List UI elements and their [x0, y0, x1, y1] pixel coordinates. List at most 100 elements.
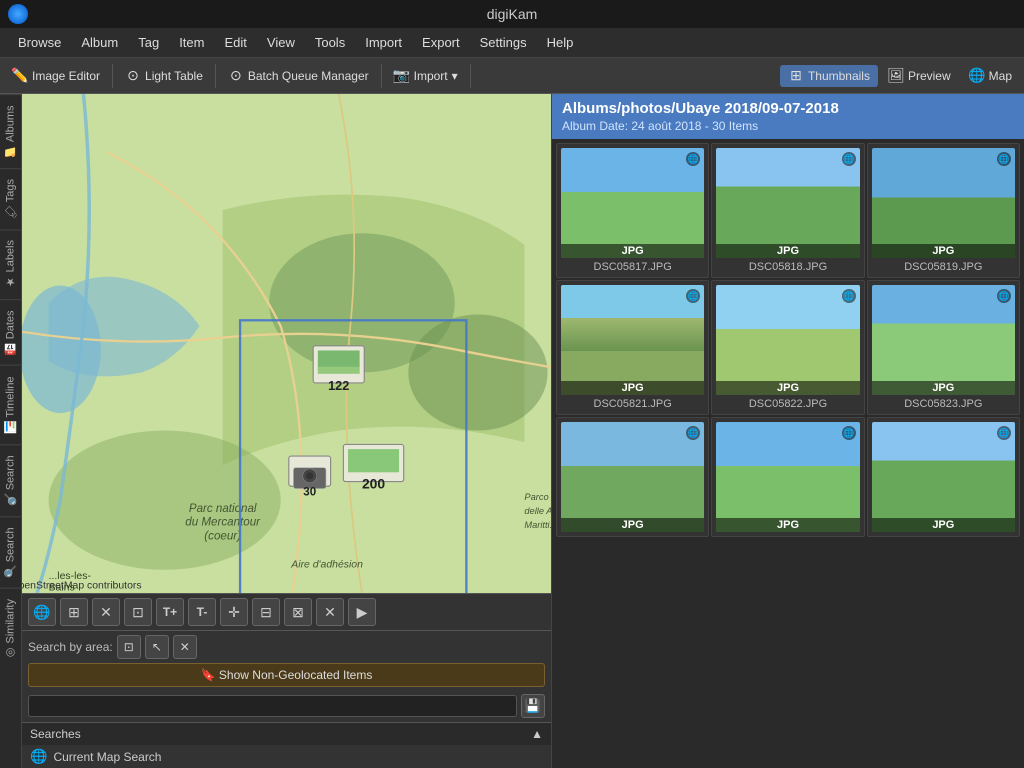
thumbnail-item[interactable]: 🌐JPG: [711, 417, 864, 537]
menu-help[interactable]: Help: [537, 33, 584, 52]
map-cross-button[interactable]: ✕: [92, 598, 120, 626]
menu-tag[interactable]: Tag: [128, 33, 169, 52]
thumbnail-format-label: JPG: [561, 518, 704, 532]
menu-browse[interactable]: Browse: [8, 33, 71, 52]
thumbnail-item[interactable]: 🌐JPG: [867, 417, 1020, 537]
area-corner-button[interactable]: ↖: [145, 635, 169, 659]
map-move-button[interactable]: ✛: [220, 598, 248, 626]
thumbnail-item[interactable]: 🌐JPGDSC05822.JPG: [711, 280, 864, 415]
sidebar-tab-dates[interactable]: 📅 Dates: [0, 299, 21, 365]
map-frame-button[interactable]: ⊡: [124, 598, 152, 626]
searches-header[interactable]: Searches ▲: [22, 723, 551, 745]
sidebar-tab-albums[interactable]: 📁 Albums: [0, 94, 21, 168]
thumbnail-item[interactable]: 🌐JPGDSC05817.JPG: [556, 143, 709, 278]
svg-text:122: 122: [328, 378, 349, 393]
map-button[interactable]: 🌐 Map: [961, 65, 1020, 87]
dates-icon: 📅: [4, 342, 17, 355]
left-panel: Parc national du Mercantour (coeur) Parc…: [22, 94, 552, 768]
tags-icon: 🏷: [4, 205, 17, 219]
search-input-row: 💾: [28, 694, 545, 718]
svg-text:30: 30: [303, 486, 316, 499]
toolbar: ✏️ Image Editor ⊙ Light Table ⊙ Batch Qu…: [0, 58, 1024, 94]
map-controls: 🌐 ⊞ ✕ ⊡ T+ T- ✛ ⊟ ⊠ ✕ ▶: [22, 593, 551, 630]
thumbnail-filename: DSC05819.JPG: [904, 261, 982, 273]
preview-button[interactable]: 🖼 Preview: [880, 65, 959, 87]
batch-queue-button[interactable]: ⊙ Batch Queue Manager: [220, 65, 377, 87]
labels-icon: ★: [4, 276, 17, 289]
sidebar-tab-timeline[interactable]: 📊 Timeline: [0, 365, 21, 444]
current-search-item[interactable]: 🌐 Current Map Search: [22, 745, 551, 768]
sidebar-tab-search2[interactable]: 🔎 Search: [0, 516, 21, 588]
map-container[interactable]: Parc national du Mercantour (coeur) Parc…: [22, 94, 551, 593]
thumbnails-icon: ⊞: [788, 68, 804, 84]
light-table-button[interactable]: ⊙ Light Table: [117, 65, 211, 87]
thumbnail-format-label: JPG: [716, 244, 859, 258]
sidebar-tab-labels[interactable]: ★ Labels: [0, 229, 21, 298]
map-text-minus-button[interactable]: T-: [188, 598, 216, 626]
thumbnail-geo-badge: 🌐: [997, 426, 1011, 440]
thumbnail-format-label: JPG: [561, 381, 704, 395]
thumbnail-item[interactable]: 🌐JPGDSC05823.JPG: [867, 280, 1020, 415]
svg-text:Maritti...: Maritti...: [524, 520, 551, 530]
menu-album[interactable]: Album: [71, 33, 128, 52]
current-search-icon: 🌐: [30, 748, 47, 765]
show-non-geolocated-button[interactable]: 🔖 Show Non-Geolocated Items: [28, 663, 545, 687]
light-table-icon: ⊙: [125, 68, 141, 84]
map-globe-button[interactable]: 🌐: [28, 598, 56, 626]
menu-edit[interactable]: Edit: [214, 33, 256, 52]
map-icon: 🌐: [969, 68, 985, 84]
map-filter-button[interactable]: ⊠: [284, 598, 312, 626]
svg-text:du Mercantour: du Mercantour: [185, 516, 261, 529]
thumbnail-geo-badge: 🌐: [686, 289, 700, 303]
map-play-button[interactable]: ▶: [348, 598, 376, 626]
map-svg: Parc national du Mercantour (coeur) Parc…: [22, 94, 551, 593]
menubar: Browse Album Tag Item Edit View Tools Im…: [0, 28, 1024, 58]
thumbnail-item[interactable]: 🌐JPGDSC05818.JPG: [711, 143, 864, 278]
app-icon: [8, 4, 28, 24]
menu-settings[interactable]: Settings: [470, 33, 537, 52]
batch-queue-icon: ⊙: [228, 68, 244, 84]
thumbnail-item[interactable]: 🌐 JPG DSC05821.JPG: [556, 280, 709, 415]
import-dropdown-icon: ▾: [452, 69, 458, 83]
search-input[interactable]: [28, 695, 517, 717]
thumbnail-item[interactable]: 🌐 JPG: [556, 417, 709, 537]
thumbnail-format-label: JPG: [716, 518, 859, 532]
thumbnail-geo-badge: 🌐: [686, 426, 700, 440]
main-area: 📁 Albums 🏷 Tags ★ Labels 📅 Dates 📊 Timel…: [0, 94, 1024, 768]
toolbar-separator-2: [215, 64, 216, 88]
searches-panel: Searches ▲ 🌐 Current Map Search: [22, 722, 551, 768]
thumbnail-format-label: JPG: [561, 244, 704, 258]
area-clear-button[interactable]: ✕: [173, 635, 197, 659]
menu-tools[interactable]: Tools: [305, 33, 355, 52]
thumbnail-image: 🌐JPG: [872, 285, 1015, 395]
map-grid-button[interactable]: ⊞: [60, 598, 88, 626]
menu-item[interactable]: Item: [169, 33, 214, 52]
menu-export[interactable]: Export: [412, 33, 470, 52]
thumbnail-filename: DSC05821.JPG: [594, 398, 672, 410]
svg-text:(coeur): (coeur): [204, 530, 241, 543]
map-minus-button[interactable]: ⊟: [252, 598, 280, 626]
menu-import[interactable]: Import: [355, 33, 412, 52]
search2-icon: 🔎: [4, 565, 17, 578]
app-title: digiKam: [487, 6, 538, 22]
import-button[interactable]: 📷 Import ▾: [386, 65, 466, 87]
sidebar-tab-tags[interactable]: 🏷 Tags: [0, 168, 21, 229]
sidebar-tab-similarity[interactable]: ◎ Similarity: [0, 588, 21, 670]
search-icon: 🔍: [4, 492, 17, 505]
search-area: Search by area: ⊡ ↖ ✕ 🔖 Show Non-Geoloca…: [22, 630, 551, 722]
map-clear-button[interactable]: ✕: [316, 598, 344, 626]
sidebar-tab-search[interactable]: 🔍 Search: [0, 444, 21, 516]
thumbnail-format-label: JPG: [716, 381, 859, 395]
thumbnails-grid: 🌐JPGDSC05817.JPG🌐JPGDSC05818.JPG🌐JPGDSC0…: [552, 139, 1024, 768]
similarity-icon: ◎: [4, 647, 17, 660]
thumbnail-geo-badge: 🌐: [997, 152, 1011, 166]
area-select-button[interactable]: ⊡: [117, 635, 141, 659]
map-text-plus-button[interactable]: T+: [156, 598, 184, 626]
save-search-button[interactable]: 💾: [521, 694, 545, 718]
thumbnail-item[interactable]: 🌐JPGDSC05819.JPG: [867, 143, 1020, 278]
toolbar-separator-1: [112, 64, 113, 88]
thumbnails-button[interactable]: ⊞ Thumbnails: [780, 65, 878, 87]
menu-view[interactable]: View: [257, 33, 305, 52]
image-editor-button[interactable]: ✏️ Image Editor: [4, 65, 108, 87]
thumbnail-image: 🌐JPG: [716, 422, 859, 532]
